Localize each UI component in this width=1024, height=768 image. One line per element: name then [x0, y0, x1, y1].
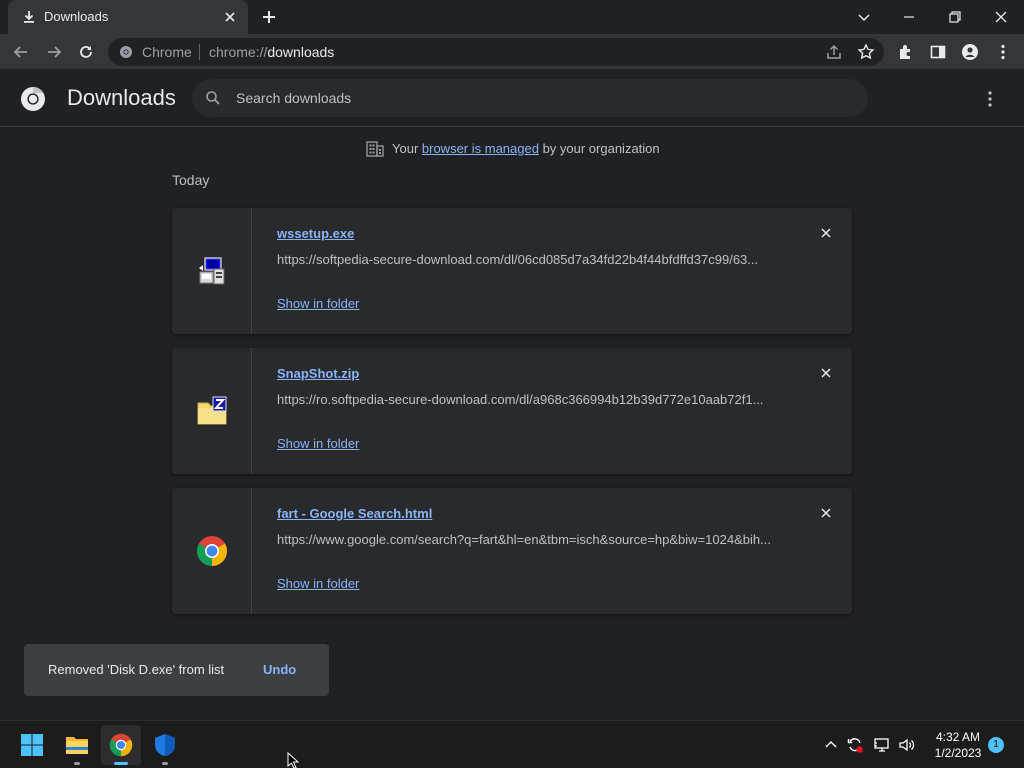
- chrome-logo-icon: [21, 87, 45, 111]
- page-title: Downloads: [67, 85, 176, 110]
- omnibox-separator: [199, 44, 200, 60]
- sync-alert-icon[interactable]: [846, 736, 864, 754]
- omnibox-site-label: Chrome: [142, 44, 192, 60]
- tab-downloads[interactable]: Downloads: [8, 0, 248, 34]
- reload-icon[interactable]: [77, 43, 95, 61]
- undo-toast: Removed 'Disk D.exe' from list Undo: [24, 644, 329, 696]
- download-icon: [24, 11, 34, 23]
- browser-toolbar: Chrome chrome://downloads: [0, 34, 1024, 70]
- forward-icon[interactable]: [45, 43, 63, 61]
- close-tab-icon[interactable]: [222, 9, 238, 25]
- search-box[interactable]: [192, 79, 868, 117]
- system-clock[interactable]: 4:32 AM 1/2/2023: [930, 729, 986, 761]
- file-source-url: https://www.google.com/search?q=fart&hl=…: [277, 532, 771, 547]
- undo-button[interactable]: Undo: [263, 662, 296, 677]
- share-icon[interactable]: [825, 43, 843, 61]
- managed-text: Your browser is managed by your organiza…: [392, 141, 660, 156]
- show-in-folder-link[interactable]: Show in folder: [277, 436, 359, 451]
- zip-folder-icon: [197, 396, 227, 425]
- taskbar-file-explorer[interactable]: [57, 725, 97, 765]
- address-bar[interactable]: Chrome chrome://downloads: [108, 38, 884, 66]
- show-in-folder-link[interactable]: Show in folder: [277, 296, 359, 311]
- running-indicator: [162, 762, 168, 765]
- restore-icon[interactable]: [946, 8, 964, 26]
- back-icon[interactable]: [12, 43, 30, 61]
- url-path: downloads: [267, 44, 335, 60]
- new-tab-icon[interactable]: [261, 9, 277, 25]
- managed-prefix: Your: [392, 141, 422, 156]
- file-name-link[interactable]: wssetup.exe: [277, 226, 354, 241]
- side-panel-icon[interactable]: [929, 43, 947, 61]
- clock-date: 1/2/2023: [934, 746, 982, 760]
- chrome-site-icon: [120, 46, 132, 58]
- file-name-link[interactable]: fart - Google Search.html: [277, 506, 432, 521]
- windows-taskbar: 4:32 AM 1/2/2023 1: [0, 720, 1024, 768]
- active-indicator: [114, 762, 128, 765]
- running-indicator: [74, 762, 80, 765]
- file-name-link[interactable]: SnapShot.zip: [277, 366, 359, 381]
- remove-from-list-icon[interactable]: [819, 226, 833, 240]
- omnibox-url: chrome://downloads: [209, 44, 334, 60]
- volume-icon[interactable]: [898, 736, 916, 754]
- notification-badge[interactable]: 1: [988, 737, 1004, 753]
- download-item: wssetup.exe https://softpedia-secure-dow…: [172, 208, 852, 334]
- installer-icon: [199, 257, 225, 285]
- building-icon: [366, 141, 384, 157]
- more-actions-icon[interactable]: [981, 88, 999, 110]
- windows-logo-icon: [21, 734, 43, 756]
- mouse-cursor-icon: [287, 752, 300, 768]
- title-bar: Downloads: [0, 0, 1024, 34]
- download-item: SnapShot.zip https://ro.softpedia-secure…: [172, 348, 852, 474]
- taskbar-defender[interactable]: [145, 725, 185, 765]
- minimize-icon[interactable]: [900, 8, 918, 26]
- extensions-icon[interactable]: [897, 43, 915, 61]
- downloads-header: Downloads: [0, 71, 1024, 127]
- file-icon-column: [172, 488, 252, 614]
- chrome-icon: [196, 536, 228, 566]
- file-source-url: https://softpedia-secure-download.com/dl…: [277, 252, 759, 267]
- file-icon-column: [172, 208, 252, 334]
- remove-from-list-icon[interactable]: [819, 506, 833, 520]
- date-section-label: Today: [172, 172, 210, 188]
- file-explorer-icon: [66, 737, 88, 754]
- file-icon-column: [172, 348, 252, 474]
- show-hidden-icons-icon[interactable]: [822, 736, 840, 754]
- remove-from-list-icon[interactable]: [819, 366, 833, 380]
- shield-icon: [155, 734, 175, 756]
- download-item: fart - Google Search.html https://www.go…: [172, 488, 852, 614]
- network-icon[interactable]: [873, 736, 891, 754]
- browser-menu-icon[interactable]: [994, 43, 1012, 61]
- managed-link[interactable]: browser is managed: [422, 141, 539, 156]
- url-scheme: chrome://: [209, 44, 268, 60]
- taskbar-chrome[interactable]: [101, 725, 141, 765]
- toast-message: Removed 'Disk D.exe' from list: [48, 662, 225, 677]
- file-source-url: https://ro.softpedia-secure-download.com…: [277, 392, 764, 407]
- close-window-icon[interactable]: [992, 8, 1010, 26]
- tab-search-icon[interactable]: [855, 8, 873, 26]
- search-input[interactable]: [236, 79, 836, 117]
- start-button[interactable]: [12, 725, 52, 765]
- managed-suffix: by your organization: [538, 141, 660, 156]
- tab-title: Downloads: [44, 9, 109, 24]
- profile-icon[interactable]: [961, 43, 979, 61]
- clock-time: 4:32 AM: [935, 730, 981, 744]
- search-icon: [206, 91, 220, 105]
- bookmark-star-icon[interactable]: [857, 43, 875, 61]
- show-in-folder-link[interactable]: Show in folder: [277, 576, 359, 591]
- chrome-taskbar-icon: [109, 733, 133, 757]
